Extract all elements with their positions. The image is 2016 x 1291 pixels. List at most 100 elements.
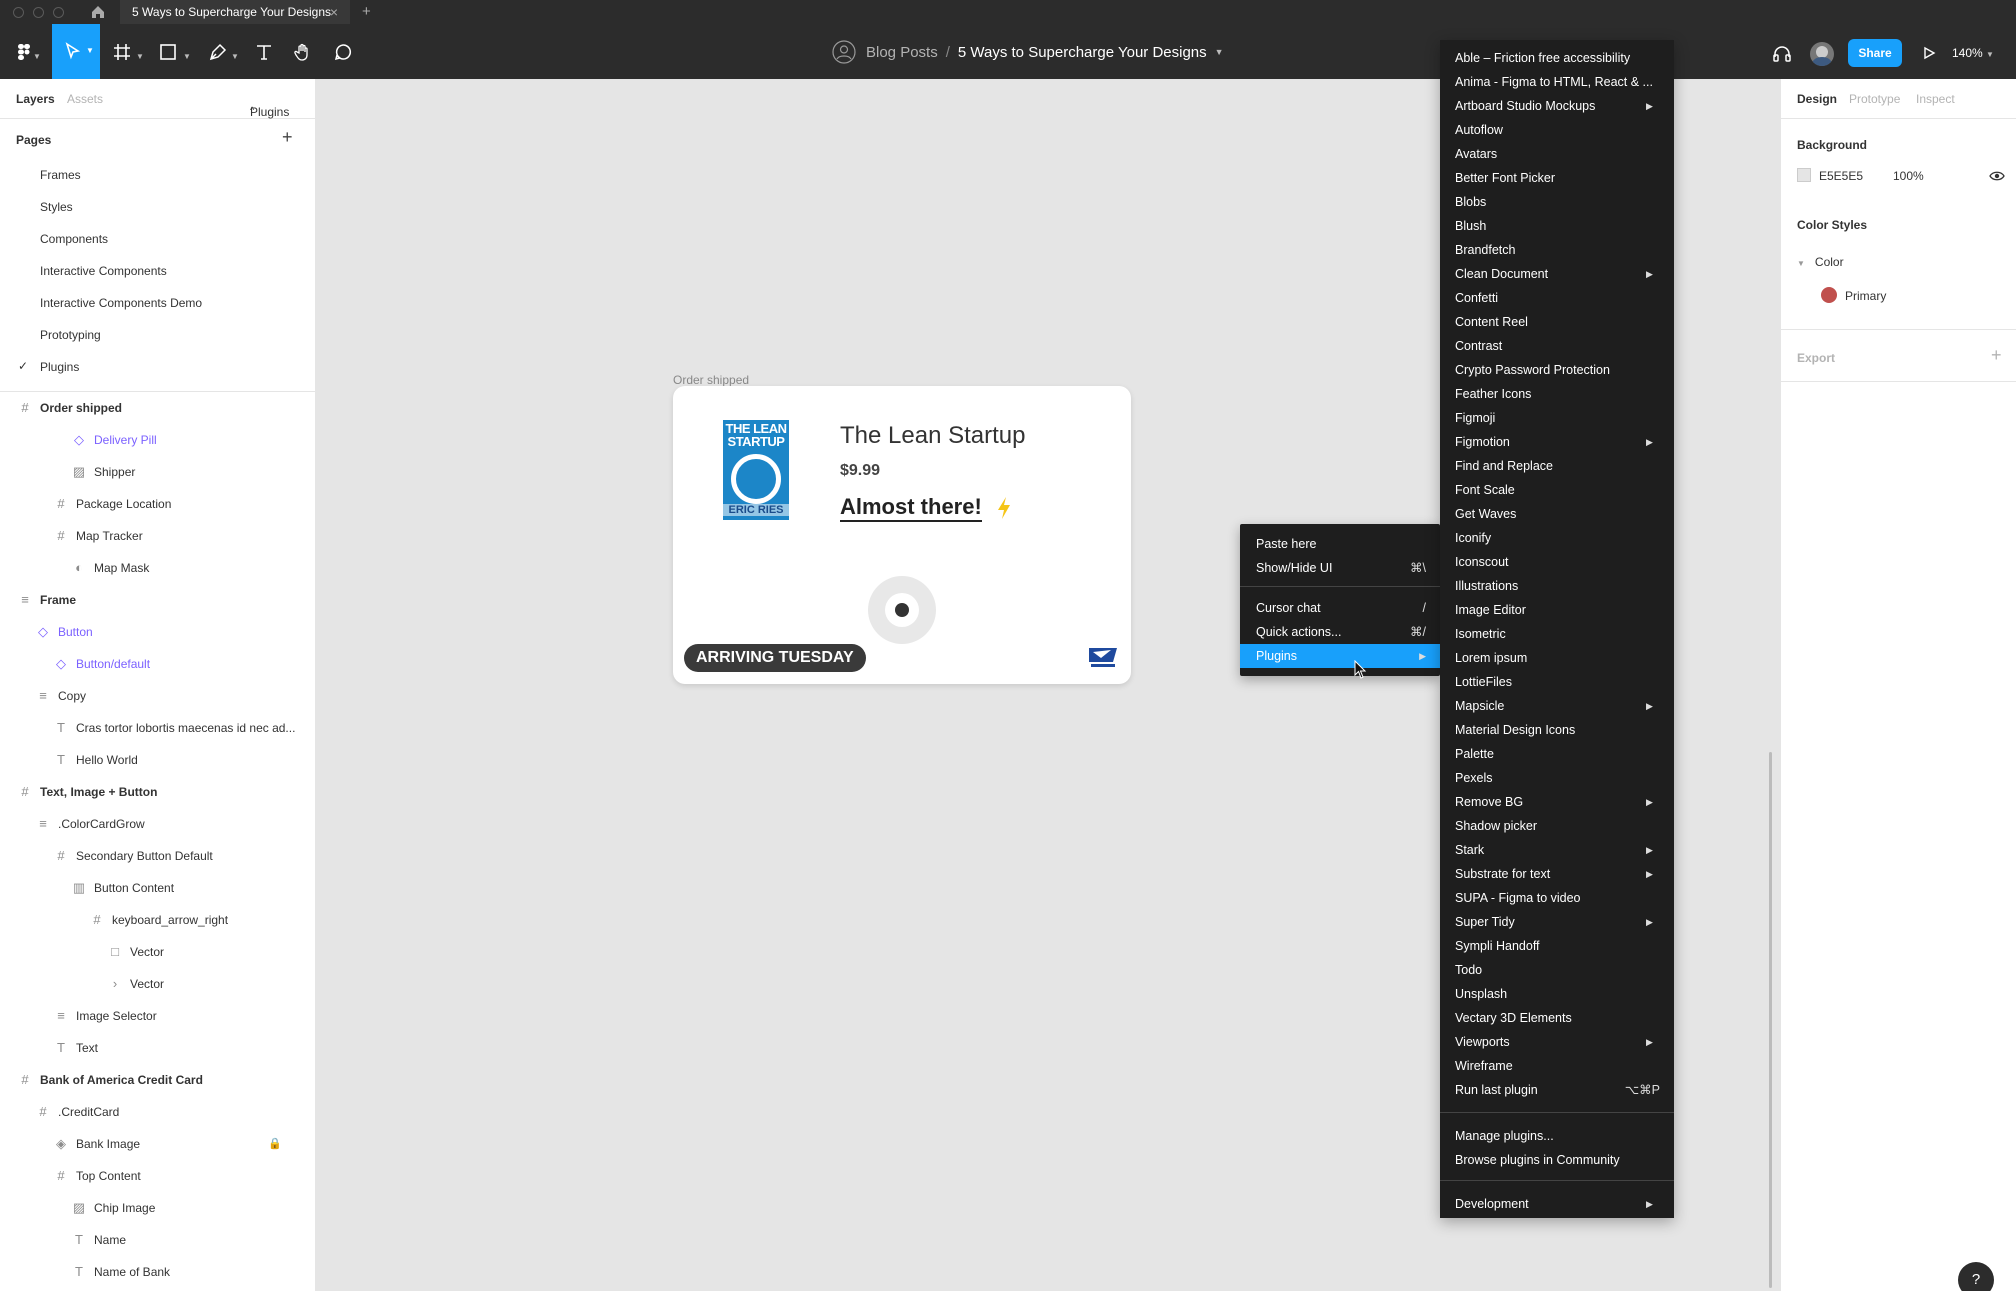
shape-tool-button[interactable] bbox=[154, 38, 182, 66]
layer-row[interactable]: □ Vector bbox=[0, 936, 315, 968]
page-item-prototyping[interactable]: Prototyping bbox=[0, 319, 315, 351]
tab-prototype[interactable]: Prototype bbox=[1849, 92, 1900, 106]
share-button[interactable]: Share bbox=[1848, 39, 1902, 67]
manage-plugins-item[interactable]: Manage plugins... bbox=[1440, 1124, 1674, 1148]
layer-row[interactable]: ▨ Chip Image bbox=[0, 1192, 315, 1224]
eye-icon[interactable] bbox=[1989, 169, 2005, 183]
menu-item-cursor-chat[interactable]: Cursor chat / bbox=[1240, 596, 1440, 620]
frame-tool-button[interactable] bbox=[108, 38, 136, 66]
background-hex[interactable]: E5E5E5 bbox=[1819, 169, 1863, 183]
layer-row[interactable]: ≡ Copy bbox=[0, 680, 315, 712]
text-tool-button[interactable] bbox=[250, 38, 278, 66]
plugin-item-feather-icons[interactable]: Feather Icons bbox=[1440, 382, 1674, 406]
menu-item-show-hide-ui[interactable]: Show/Hide UI ⌘\ bbox=[1240, 556, 1440, 580]
layer-row[interactable]: # Secondary Button Default bbox=[0, 840, 315, 872]
page-item-plugins[interactable]: ✓ Plugins bbox=[0, 351, 315, 383]
layer-row[interactable]: ≡ .ColorCardGrow bbox=[0, 808, 315, 840]
layer-row[interactable]: T Text bbox=[0, 1032, 315, 1064]
plugin-item-illustrations[interactable]: Illustrations bbox=[1440, 574, 1674, 598]
chevron-down-icon[interactable]: ▼ bbox=[1215, 47, 1224, 57]
layer-row[interactable]: # Map Tracker bbox=[0, 520, 315, 552]
maximize-window-button[interactable] bbox=[53, 7, 64, 18]
team-avatar-icon[interactable] bbox=[832, 40, 856, 64]
plugin-item-figmoji[interactable]: Figmoji bbox=[1440, 406, 1674, 430]
page-item-interactive-components-demo[interactable]: Interactive Components Demo bbox=[0, 287, 315, 319]
plugin-item-avatars[interactable]: Avatars bbox=[1440, 142, 1674, 166]
page-item-frames[interactable]: Frames bbox=[0, 159, 315, 191]
plugin-item-find-and-replace[interactable]: Find and Replace bbox=[1440, 454, 1674, 478]
layer-row[interactable]: T Hello World bbox=[0, 744, 315, 776]
plugin-item-super-tidy[interactable]: Super Tidy ▶ bbox=[1440, 910, 1674, 934]
layer-row[interactable]: # Text, Image + Button bbox=[0, 776, 315, 808]
plugin-item-vectary-3d-elements[interactable]: Vectary 3D Elements bbox=[1440, 1006, 1674, 1030]
plugin-item-able-friction-free-accessibility[interactable]: Able – Friction free accessibility bbox=[1440, 46, 1674, 70]
plugin-item-todo[interactable]: Todo bbox=[1440, 958, 1674, 982]
plugin-item-lottiefiles[interactable]: LottieFiles bbox=[1440, 670, 1674, 694]
plugin-item-viewports[interactable]: Viewports ▶ bbox=[1440, 1030, 1674, 1054]
plugin-item-blush[interactable]: Blush bbox=[1440, 214, 1674, 238]
plugin-item-autoflow[interactable]: Autoflow bbox=[1440, 118, 1674, 142]
menu-item-quick-actions[interactable]: Quick actions... ⌘/ bbox=[1240, 620, 1440, 644]
layer-row[interactable]: # Order shipped bbox=[0, 392, 315, 424]
plugin-item-pexels[interactable]: Pexels bbox=[1440, 766, 1674, 790]
hand-tool-button[interactable] bbox=[289, 38, 317, 66]
layer-row[interactable]: # Bank of America Credit Card bbox=[0, 1064, 315, 1096]
plugin-item-crypto-password-protection[interactable]: Crypto Password Protection bbox=[1440, 358, 1674, 382]
background-opacity[interactable]: 100% bbox=[1893, 169, 1924, 183]
layer-row[interactable]: ▨ Shipper bbox=[0, 456, 315, 488]
plugin-item-font-scale[interactable]: Font Scale bbox=[1440, 478, 1674, 502]
plugin-item-lorem-ipsum[interactable]: Lorem ipsum bbox=[1440, 646, 1674, 670]
plugin-item-remove-bg[interactable]: Remove BG ▶ bbox=[1440, 790, 1674, 814]
browse-plugins-item[interactable]: Browse plugins in Community bbox=[1440, 1148, 1674, 1172]
layer-row[interactable]: ◇ Button bbox=[0, 616, 315, 648]
plugin-item-contrast[interactable]: Contrast bbox=[1440, 334, 1674, 358]
order-shipped-card[interactable]: THE LEAN STARTUP ERIC RIES The Lean Start… bbox=[673, 386, 1131, 684]
layer-row[interactable]: # keyboard_arrow_right bbox=[0, 904, 315, 936]
background-swatch[interactable] bbox=[1797, 168, 1811, 182]
home-icon[interactable] bbox=[90, 4, 106, 20]
plugin-item-unsplash[interactable]: Unsplash bbox=[1440, 982, 1674, 1006]
plugin-item-sympli-handoff[interactable]: Sympli Handoff bbox=[1440, 934, 1674, 958]
document-tab[interactable]: 5 Ways to Supercharge Your Designs × bbox=[120, 0, 350, 24]
plugin-item-confetti[interactable]: Confetti bbox=[1440, 286, 1674, 310]
plugin-item-iconscout[interactable]: Iconscout bbox=[1440, 550, 1674, 574]
tab-layers[interactable]: Layers bbox=[16, 92, 55, 106]
plugin-item-iconify[interactable]: Iconify bbox=[1440, 526, 1674, 550]
plugin-item-palette[interactable]: Palette bbox=[1440, 742, 1674, 766]
menu-item-plugins[interactable]: Plugins ▶ bbox=[1240, 644, 1440, 668]
zoom-level[interactable]: 140% ▼ bbox=[1952, 46, 1994, 60]
layer-row[interactable]: ◇ Delivery Pill bbox=[0, 424, 315, 456]
lock-icon[interactable]: 🔒 bbox=[268, 1137, 282, 1150]
plugin-item-wireframe[interactable]: Wireframe bbox=[1440, 1054, 1674, 1078]
development-item[interactable]: Development ▶ bbox=[1440, 1192, 1674, 1216]
frame-label[interactable]: Order shipped bbox=[673, 373, 749, 387]
add-page-icon[interactable]: + bbox=[282, 127, 293, 148]
layer-row[interactable]: T Name bbox=[0, 1224, 315, 1256]
comment-tool-button[interactable] bbox=[329, 38, 357, 66]
plugin-item-get-waves[interactable]: Get Waves bbox=[1440, 502, 1674, 526]
plugin-item-blobs[interactable]: Blobs bbox=[1440, 190, 1674, 214]
close-tab-icon[interactable]: × bbox=[330, 0, 338, 24]
layer-row[interactable]: # Top Content bbox=[0, 1160, 315, 1192]
layer-row[interactable]: ≡ Frame bbox=[0, 584, 315, 616]
menu-item-paste-here[interactable]: Paste here bbox=[1240, 532, 1440, 556]
canvas-scrollbar[interactable] bbox=[1769, 752, 1772, 1288]
add-export-icon[interactable]: + bbox=[1991, 345, 2002, 366]
layer-row[interactable]: ◈ Bank Image 🔒 bbox=[0, 1128, 315, 1160]
pen-tool-button[interactable] bbox=[204, 38, 232, 66]
tab-design[interactable]: Design bbox=[1797, 92, 1837, 106]
new-tab-icon[interactable]: + bbox=[362, 3, 371, 20]
layer-row[interactable]: T Cras tortor lobortis maecenas id nec ad… bbox=[0, 712, 315, 744]
page-item-interactive-components[interactable]: Interactive Components bbox=[0, 255, 315, 287]
user-avatar[interactable] bbox=[1810, 42, 1834, 66]
team-link[interactable]: Blog Posts bbox=[866, 44, 938, 61]
plugin-item-isometric[interactable]: Isometric bbox=[1440, 622, 1674, 646]
plugin-item-better-font-picker[interactable]: Better Font Picker bbox=[1440, 166, 1674, 190]
layer-row[interactable]: ◐ Map Mask bbox=[0, 552, 315, 584]
help-button[interactable]: ? bbox=[1958, 1262, 1994, 1291]
layer-row[interactable]: # .CreditCard bbox=[0, 1096, 315, 1128]
headphones-icon[interactable] bbox=[1772, 44, 1792, 64]
plugin-item-image-editor[interactable]: Image Editor bbox=[1440, 598, 1674, 622]
layer-row[interactable]: ≡ Image Selector bbox=[0, 1000, 315, 1032]
plugin-item-supa-figma-to-video[interactable]: SUPA - Figma to video bbox=[1440, 886, 1674, 910]
